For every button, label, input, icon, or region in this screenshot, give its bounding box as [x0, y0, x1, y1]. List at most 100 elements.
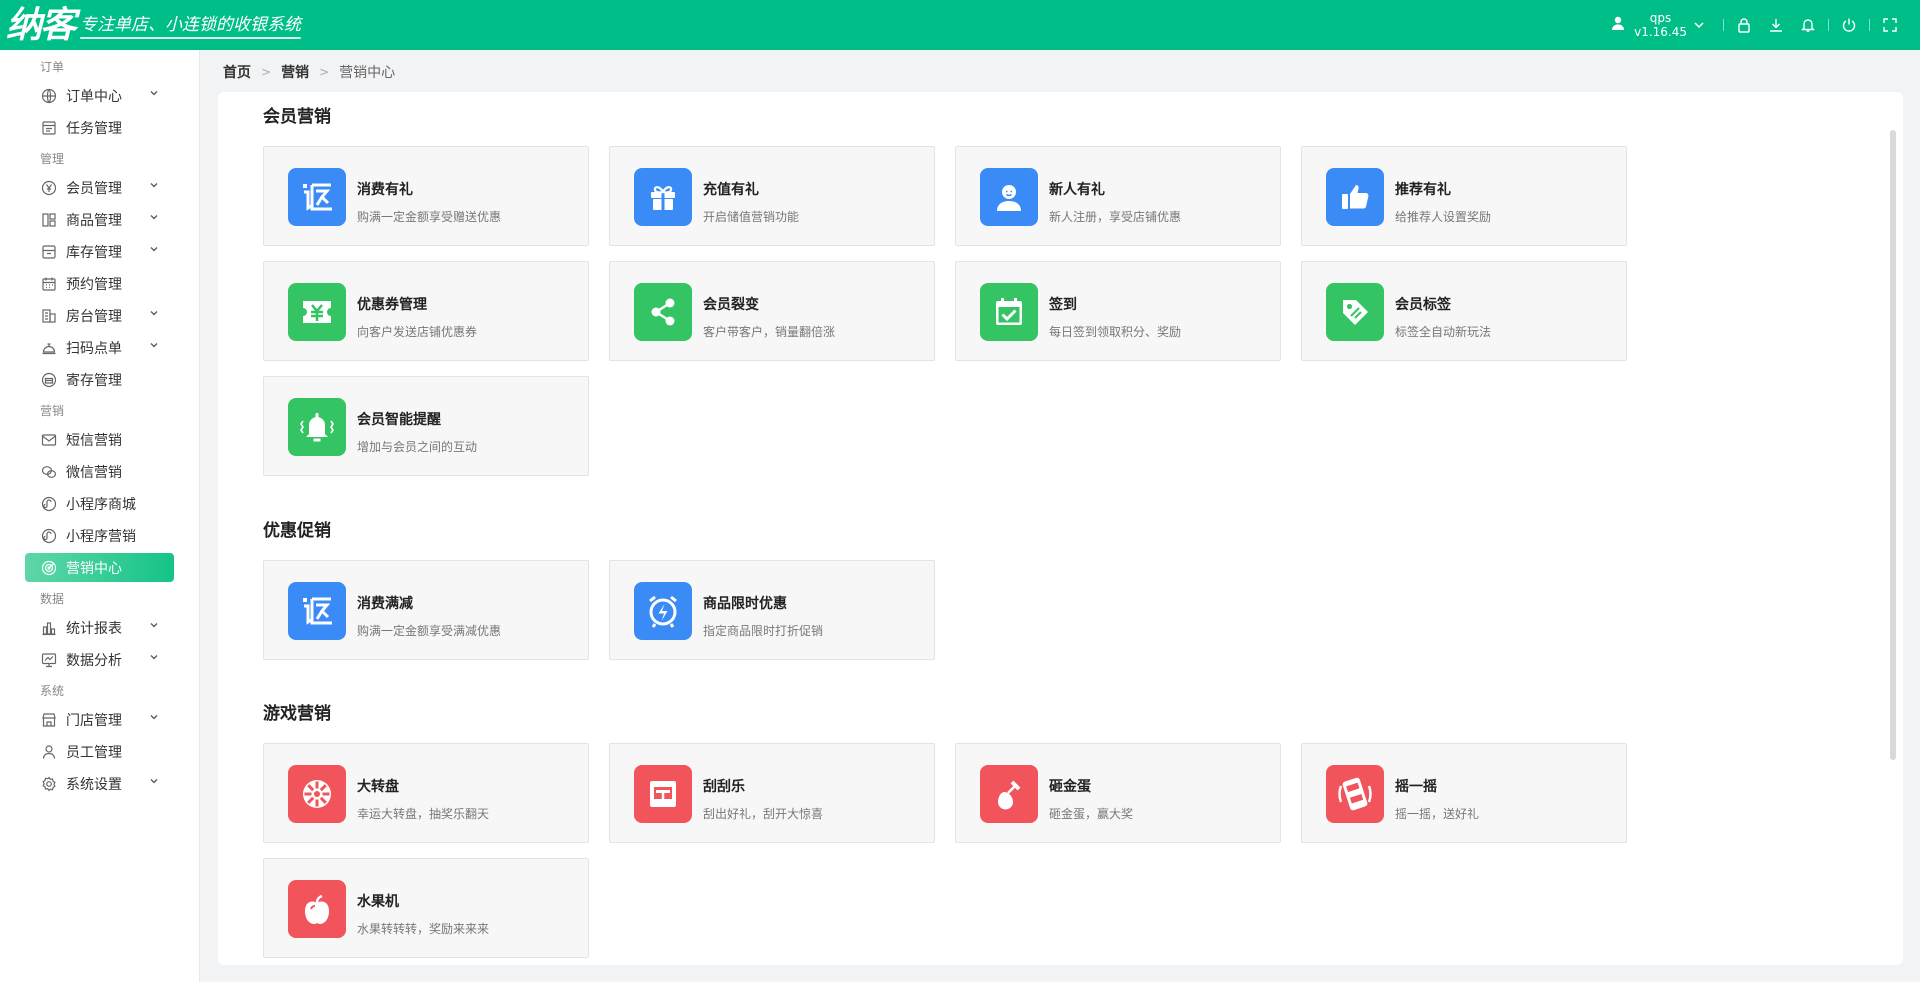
sidebar-item-label: 扫码点单 [66, 340, 122, 357]
card-description: 客户带客户，销量翻倍涨 [703, 325, 836, 339]
sidebar: 订单 订单中心 任务管理 管理 会员管理 商品管理 库存管理 预约管理 房台管理… [0, 50, 200, 982]
card-title: 会员标签 [1395, 297, 1451, 313]
marketing-card[interactable]: 推荐有礼 给推荐人设置奖励 [1301, 146, 1627, 246]
sidebar-item-1-6[interactable]: 寄存管理 [25, 365, 174, 394]
nav-group-title: 数据 [40, 592, 65, 606]
marketing-card[interactable]: 优惠券管理 向客户发送店铺优惠券 [263, 261, 589, 361]
card-description: 向客户发送店铺优惠券 [357, 325, 478, 339]
user-menu[interactable]: qps v1.16.45 [1610, 11, 1705, 39]
sidebar-item-1-4[interactable]: 房台管理 [25, 301, 174, 330]
sidebar-item-3-0[interactable]: 统计报表 [25, 613, 174, 642]
nav-group-title: 管理 [40, 152, 65, 166]
sidebar-item-3-1[interactable]: 数据分析 [25, 645, 174, 674]
username: qps [1649, 11, 1672, 25]
marketing-card[interactable]: 砸金蛋 砸金蛋，赢大奖 [955, 743, 1281, 843]
card-description: 开启储值营销功能 [703, 210, 800, 224]
user-icon [1610, 15, 1626, 35]
sidebar-item-label: 数据分析 [66, 652, 122, 669]
download-icon[interactable] [1760, 0, 1792, 50]
scrollbar[interactable] [1890, 130, 1896, 760]
sidebar-item-1-1[interactable]: 商品管理 [25, 205, 174, 234]
service-bell-icon [40, 339, 58, 357]
sidebar-item-label: 营销中心 [66, 560, 122, 577]
section-title: 优惠促销 [263, 521, 331, 541]
sidebar-item-1-2[interactable]: 库存管理 [25, 237, 174, 266]
card-title: 会员裂变 [703, 297, 759, 313]
shake-phone-icon [1326, 765, 1384, 823]
chevron-down-icon [148, 179, 160, 195]
lock-icon[interactable] [1728, 0, 1760, 50]
marketing-card[interactable]: 会员标签 标签全自动新玩法 [1301, 261, 1627, 361]
sidebar-item-1-0[interactable]: 会员管理 [25, 173, 174, 202]
card-title: 消费满减 [357, 596, 413, 612]
apple-icon [288, 880, 346, 938]
card-description: 幸运大转盘，抽奖乐翻天 [357, 807, 490, 821]
sidebar-item-2-3[interactable]: 小程序营销 [25, 521, 174, 550]
sidebar-item-0-1[interactable]: 任务管理 [25, 113, 174, 142]
marketing-card[interactable]: 刮刮乐 刮出好礼，刮开大惊喜 [609, 743, 935, 843]
wechat-icon [40, 463, 58, 481]
card-title: 签到 [1049, 297, 1077, 313]
sidebar-item-4-1[interactable]: 员工管理 [25, 737, 174, 766]
chevron-down-icon [148, 243, 160, 259]
yen-circle-icon [40, 179, 58, 197]
tag-icon [1326, 283, 1384, 341]
chevron-down-icon [148, 711, 160, 727]
marketing-card[interactable]: 摇一摇 摇一摇，送好礼 [1301, 743, 1627, 843]
chevron-down-icon [1693, 16, 1705, 35]
marketing-card[interactable]: 水果机 水果转转转，奖励来来来 [263, 858, 589, 958]
chevron-right-icon: > [319, 65, 330, 79]
gear-icon [40, 775, 58, 793]
calendar-icon [40, 275, 58, 293]
marketing-card[interactable]: 大转盘 幸运大转盘，抽奖乐翻天 [263, 743, 589, 843]
card-description: 增加与会员之间的互动 [357, 440, 478, 454]
marketing-center-panel: 会员营销 消费有礼 购满一定金额享受赠送优惠 充值有礼 开启储值营销功能 新人有… [218, 92, 1903, 965]
sidebar-item-0-0[interactable]: 订单中心 [25, 81, 174, 110]
hammer-egg-icon [980, 765, 1038, 823]
logo[interactable]: 纳客 专注单店、小连锁的收银系统 [0, 0, 302, 50]
power-icon[interactable] [1833, 0, 1865, 50]
product-grid-icon [40, 211, 58, 229]
card-description: 购满一定金额享受赠送优惠 [357, 210, 502, 224]
sidebar-item-4-2[interactable]: 系统设置 [25, 769, 174, 798]
card-description: 购满一定金额享受满减优惠 [357, 624, 502, 638]
marketing-card[interactable]: 消费满减 购满一定金额享受满减优惠 [263, 560, 589, 660]
breadcrumb-current: 营销中心 [339, 65, 396, 81]
card-description: 砸金蛋，赢大奖 [1049, 807, 1134, 821]
sidebar-item-4-0[interactable]: 门店管理 [25, 705, 174, 734]
notification-bell-icon[interactable] [1792, 0, 1824, 50]
divider [1869, 19, 1870, 31]
sidebar-item-label: 小程序商城 [66, 496, 136, 513]
sidebar-item-1-5[interactable]: 扫码点单 [25, 333, 174, 362]
marketing-card[interactable]: 商品限时优惠 指定商品限时打折促销 [609, 560, 935, 660]
card-description: 新人注册，享受店铺优惠 [1049, 210, 1182, 224]
target-icon [40, 559, 58, 577]
chevron-down-icon [148, 651, 160, 667]
card-description: 标签全自动新玩法 [1395, 325, 1492, 339]
section-title: 游戏营销 [263, 704, 331, 724]
marketing-card[interactable]: 会员智能提醒 增加与会员之间的互动 [263, 376, 589, 476]
sidebar-item-label: 员工管理 [66, 744, 122, 761]
sidebar-item-2-0[interactable]: 短信营销 [25, 425, 174, 454]
fullscreen-icon[interactable] [1874, 0, 1906, 50]
marketing-card[interactable]: 新人有礼 新人注册，享受店铺优惠 [955, 146, 1281, 246]
sidebar-item-2-2[interactable]: 小程序商城 [25, 489, 174, 518]
marketing-card[interactable]: 充值有礼 开启储值营销功能 [609, 146, 935, 246]
store-icon [40, 711, 58, 729]
marketing-card[interactable]: 消费有礼 购满一定金额享受赠送优惠 [263, 146, 589, 246]
sidebar-item-2-4[interactable]: 营销中心 [25, 553, 174, 582]
card-description: 水果转转转，奖励来来来 [357, 922, 490, 936]
card-title: 会员智能提醒 [357, 412, 441, 428]
marketing-card[interactable]: 签到 每日签到领取积分、奖励 [955, 261, 1281, 361]
thumbs-up-icon [1326, 168, 1384, 226]
sidebar-item-1-3[interactable]: 预约管理 [25, 269, 174, 298]
sidebar-item-2-1[interactable]: 微信营销 [25, 457, 174, 486]
mail-icon [40, 431, 58, 449]
breadcrumb-marketing[interactable]: 营销 [281, 62, 309, 82]
marketing-card[interactable]: 会员裂变 客户带客户，销量翻倍涨 [609, 261, 935, 361]
task-icon [40, 119, 58, 137]
card-title: 摇一摇 [1395, 779, 1437, 795]
sidebar-item-label: 预约管理 [66, 276, 122, 293]
nav-group-title: 订单 [40, 60, 65, 74]
breadcrumb-home[interactable]: 首页 [223, 62, 251, 82]
